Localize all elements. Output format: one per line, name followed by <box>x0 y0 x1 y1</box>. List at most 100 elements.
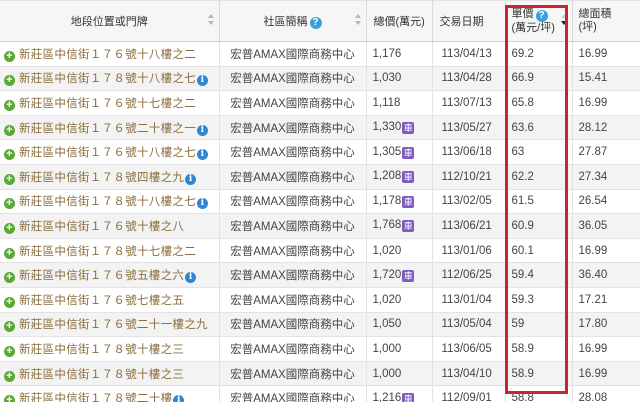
cell-address[interactable]: + 新莊區中信街１７８號十樓之三 <box>0 361 220 387</box>
unit-price-text: 69.2 <box>511 47 534 60</box>
info-circle-icon[interactable]: i <box>197 149 208 161</box>
info-circle-icon[interactable]: i <box>197 198 208 210</box>
column-header-price[interactable]: 總價(萬元) <box>366 0 433 42</box>
plus-circle-icon[interactable]: + <box>4 222 15 234</box>
table-row[interactable]: + 新莊區中信街１７６號十樓之八 宏普AMAX國際商務中心 1,768 車 113/06/… <box>0 213 640 239</box>
cell-total-price: 1,030 <box>366 66 433 92</box>
cell-address[interactable]: + 新莊區中信街１７８號十七樓之二 <box>0 238 220 264</box>
cell-address[interactable]: + 新莊區中信街１７６號七樓之五 <box>0 287 220 313</box>
info-circle-icon[interactable]: i <box>185 272 197 284</box>
column-header-date[interactable]: 交易日期 <box>432 0 506 42</box>
plus-circle-icon[interactable]: + <box>4 99 15 111</box>
parking-badge-icon[interactable]: 車 <box>402 220 415 233</box>
cell-address[interactable]: + 新莊區中信街１７８號四樓之九 i <box>0 164 220 190</box>
table-row[interactable]: + 新莊區中信街１７６號十八樓之七 i 宏普AMAX國際商務中心 1,305 車 113/0… <box>0 139 640 165</box>
info-circle-icon[interactable]: i <box>197 75 208 87</box>
plus-circle-icon[interactable]: + <box>4 247 15 259</box>
column-header-community[interactable]: 社區簡稱? <box>219 0 367 42</box>
table-row[interactable]: + 新莊區中信街１７６號十七樓之二 宏普AMAX國際商務中心 1,118 113/07/… <box>0 90 640 116</box>
parking-badge-icon[interactable]: 車 <box>402 195 415 208</box>
cell-address[interactable]: + 新莊區中信街１７６號二十一樓之九 <box>0 312 220 338</box>
date-text: 113/06/05 <box>441 342 492 355</box>
cell-community: 宏普AMAX國際商務中心 <box>219 41 367 67</box>
plus-circle-icon[interactable]: + <box>4 198 15 210</box>
cell-address[interactable]: + 新莊區中信街１７６號十樓之八 <box>0 213 220 239</box>
community-text: 宏普AMAX國際商務中心 <box>230 245 355 258</box>
cell-address[interactable]: + 新莊區中信街１７８號十八樓之七 i <box>0 66 220 92</box>
table-row[interactable]: + 新莊區中信街１７８號四樓之九 i 宏普AMAX國際商務中心 1,208 車 112/10… <box>0 164 640 190</box>
cell-unit-price: 60.9 <box>505 213 573 239</box>
community-text: 宏普AMAX國際商務中心 <box>230 393 355 402</box>
cell-area: 16.99 <box>572 336 640 362</box>
date-text: 113/05/27 <box>441 121 492 134</box>
unit-price-text: 62.2 <box>511 170 534 183</box>
total-price-text: 1,216 <box>372 391 402 402</box>
column-header-area[interactable]: 總面積 (坪) <box>572 0 640 42</box>
date-text: 113/01/06 <box>441 244 492 257</box>
cell-community: 宏普AMAX國際商務中心 <box>219 361 367 387</box>
plus-circle-icon[interactable]: + <box>4 149 15 161</box>
table-row[interactable]: + 新莊區中信街１７８號十樓之三 宏普AMAX國際商務中心 1,000 113/04/1… <box>0 361 640 387</box>
column-header-address[interactable]: 地段位置或門牌 <box>0 0 220 42</box>
sort-icon[interactable] <box>354 14 362 28</box>
table-row[interactable]: + 新莊區中信街１７６號二十一樓之九 宏普AMAX國際商務中心 1,050 113/05… <box>0 312 640 338</box>
plus-circle-icon[interactable]: + <box>4 50 15 62</box>
cell-address[interactable]: + 新莊區中信街１７６號十七樓之二 <box>0 90 220 116</box>
plus-circle-icon[interactable]: + <box>4 395 15 402</box>
sort-desc-icon[interactable] <box>560 14 568 28</box>
parking-badge-icon[interactable]: 車 <box>402 392 415 402</box>
cell-address[interactable]: + 新莊區中信街１７８號二十樓 i <box>0 385 220 402</box>
plus-circle-icon[interactable]: + <box>4 173 15 185</box>
info-circle-icon[interactable]: i <box>173 395 185 402</box>
info-circle-icon[interactable]: i <box>197 124 208 136</box>
info-circle-icon[interactable]: i <box>185 173 197 185</box>
parking-badge-icon[interactable]: 車 <box>402 146 415 159</box>
total-price-text: 1,050 <box>372 318 402 331</box>
cell-area: 17.80 <box>572 312 640 338</box>
parking-badge-icon[interactable]: 車 <box>402 269 415 282</box>
cell-area: 15.41 <box>572 66 640 92</box>
plus-circle-icon[interactable]: + <box>4 321 15 333</box>
table-row[interactable]: + 新莊區中信街１７６號七樓之五 宏普AMAX國際商務中心 1,020 113/01/0… <box>0 287 640 313</box>
plus-circle-icon[interactable]: + <box>4 75 15 87</box>
cell-community: 宏普AMAX國際商務中心 <box>219 213 367 239</box>
address-text: 新莊區中信街１７８號十七樓之二 <box>19 245 196 258</box>
cell-address[interactable]: + 新莊區中信街１７８號十八樓之七 i <box>0 189 220 215</box>
question-circle-icon[interactable]: ? <box>309 16 322 29</box>
address-text: 新莊區中信街１７６號十樓之八 <box>19 220 185 233</box>
cell-address[interactable]: + 新莊區中信街１７８號十樓之三 <box>0 336 220 362</box>
cell-address[interactable]: + 新莊區中信街１７６號十八樓之七 i <box>0 139 220 165</box>
column-header-unit-price[interactable]: 單價? (萬元/坪) <box>505 0 573 42</box>
parking-badge-icon[interactable]: 車 <box>402 171 415 184</box>
cell-total-price: 1,000 <box>366 336 433 362</box>
sort-icon[interactable] <box>207 14 215 28</box>
cell-total-price: 1,118 <box>366 90 433 116</box>
table-row[interactable]: + 新莊區中信街１７６號二十樓之一 i 宏普AMAX國際商務中心 1,330 車 113/0… <box>0 115 640 141</box>
cell-address[interactable]: + 新莊區中信街１７６號二十樓之一 i <box>0 115 220 141</box>
date-text: 113/02/05 <box>441 195 492 208</box>
cell-address[interactable]: + 新莊區中信街１７６號五樓之六 i <box>0 262 220 288</box>
table-row[interactable]: + 新莊區中信街１７８號二十樓 i 宏普AMAX國際商務中心 1,216 車 112/09/… <box>0 385 640 402</box>
plus-circle-icon[interactable]: + <box>4 124 15 136</box>
table-row[interactable]: + 新莊區中信街１７８號十樓之三 宏普AMAX國際商務中心 1,000 113/06/0… <box>0 336 640 362</box>
plus-circle-icon[interactable]: + <box>4 272 15 284</box>
table-row[interactable]: + 新莊區中信街１７６號十八樓之二 宏普AMAX國際商務中心 1,176 113/04/… <box>0 41 640 67</box>
plus-circle-icon[interactable]: + <box>4 296 15 308</box>
total-price-text: 1,030 <box>372 72 402 85</box>
plus-circle-icon[interactable]: + <box>4 370 15 382</box>
cell-address[interactable]: + 新莊區中信街１７６號十八樓之二 <box>0 41 220 67</box>
table-row[interactable]: + 新莊區中信街１７６號五樓之六 i 宏普AMAX國際商務中心 1,720 車 112/06… <box>0 262 640 288</box>
table-row[interactable]: + 新莊區中信街１７８號十八樓之七 i 宏普AMAX國際商務中心 1,178 車 113/0… <box>0 189 640 215</box>
plus-circle-icon[interactable]: + <box>4 345 15 357</box>
area-text: 28.08 <box>578 392 608 402</box>
table-row[interactable]: + 新莊區中信街１７８號十七樓之二 宏普AMAX國際商務中心 1,020 113/01/… <box>0 238 640 264</box>
area-text: 36.40 <box>578 269 608 282</box>
table-row[interactable]: + 新莊區中信街１７８號十八樓之七 i 宏普AMAX國際商務中心 1,030 113/04… <box>0 66 640 92</box>
cell-date: 113/05/04 <box>432 312 506 338</box>
area-text: 17.80 <box>578 318 608 331</box>
area-text: 16.99 <box>578 342 608 355</box>
question-circle-icon[interactable]: ? <box>535 9 548 22</box>
cell-total-price: 1,305 車 <box>366 139 433 165</box>
column-header-area-label: 總面積 <box>578 8 612 20</box>
parking-badge-icon[interactable]: 車 <box>402 122 415 135</box>
